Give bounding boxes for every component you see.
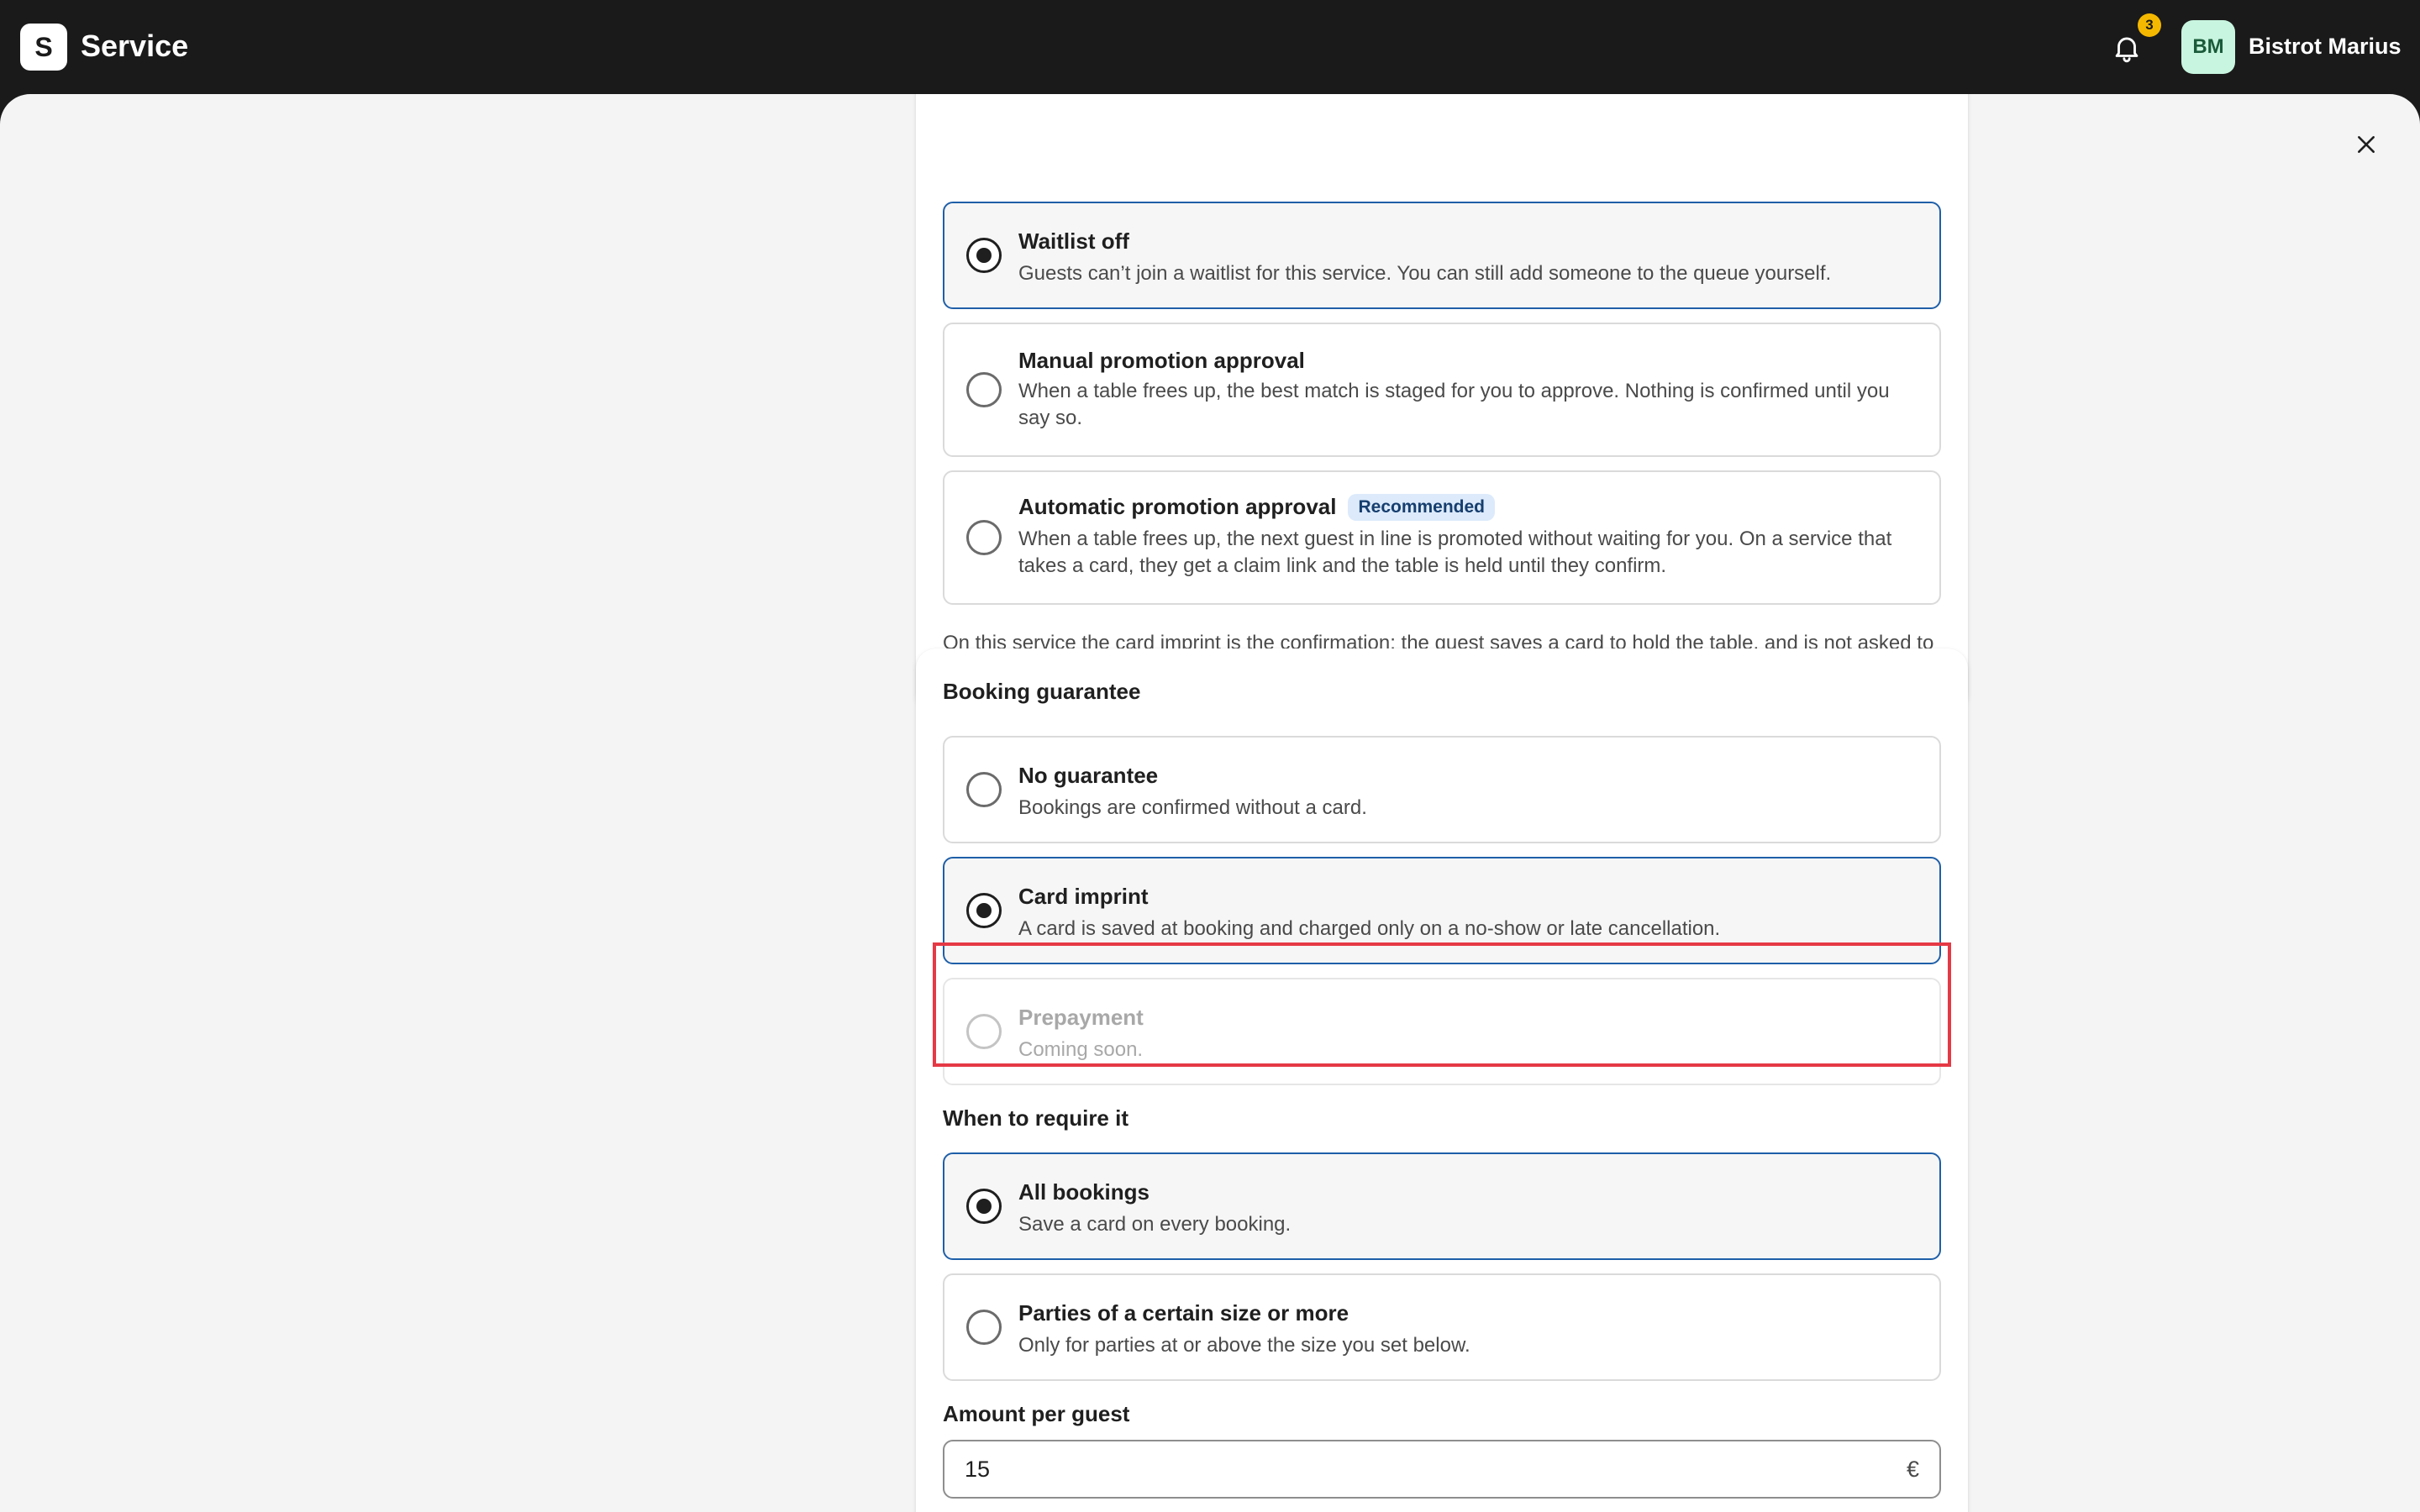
option-party-size[interactable]: Parties of a certain size or more Only f… [943,1273,1941,1381]
app-logo[interactable]: S [20,24,67,71]
radio-button[interactable] [966,1310,1002,1345]
option-all-bookings[interactable]: All bookings Save a card on every bookin… [943,1152,1941,1260]
option-title: Card imprint [1018,884,1149,909]
option-title-text: Automatic promotion approval [1018,494,1337,519]
amount-per-guest-input[interactable]: 15 € [943,1440,1941,1499]
radio-button[interactable] [966,238,1002,273]
option-title: Automatic promotion approval Recommended [1018,494,1496,521]
currency-suffix: € [1906,1457,1919,1482]
option-description: Bookings are confirmed without a card. [1018,796,1367,819]
option-description: A card is saved at booking and charged o… [1018,917,1721,940]
section-title-when-to-require: When to require it [943,1105,1128,1131]
radio-button[interactable] [966,1189,1002,1224]
option-description: When a table frees up, the next guest in… [1018,528,1892,577]
option-description: Guests can’t join a waitlist for this se… [1018,262,1832,285]
option-prepayment: Prepayment Coming soon. [943,978,1941,1085]
booking-guarantee-card: Booking guarantee No guarantee Bookings … [916,648,1968,1512]
close-icon[interactable] [2349,128,2383,161]
option-title: Manual promotion approval [1018,348,1305,373]
top-bar: S Service 3 BM Bistrot Marius [0,0,2420,94]
option-title: Prepayment [1018,1005,1144,1030]
option-waitlist-off[interactable]: Waitlist off Guests can’t join a waitlis… [943,202,1941,309]
settings-sheet: Waitlist off Guests can’t join a waitlis… [0,94,2420,1512]
radio-button[interactable] [966,372,1002,407]
amount-per-guest-label: Amount per guest [943,1401,1130,1426]
recommended-badge: Recommended [1348,494,1496,521]
radio-button[interactable] [966,772,1002,807]
option-title: No guarantee [1018,763,1159,788]
option-description: Save a card on every booking. [1018,1213,1292,1236]
radio-button[interactable] [966,520,1002,555]
app-title: Service [81,29,189,63]
account-name[interactable]: Bistrot Marius [2249,34,2402,60]
option-no-guarantee[interactable]: No guarantee Bookings are confirmed with… [943,736,1941,843]
amount-value[interactable]: 15 [965,1457,990,1483]
notification-count-badge: 3 [2138,13,2161,37]
option-description: When a table frees up, the best match is… [1018,380,1890,429]
section-title-booking-guarantee: Booking guarantee [943,679,1141,704]
option-title: Waitlist off [1018,228,1129,254]
account-avatar[interactable]: BM [2181,20,2235,74]
option-title: All bookings [1018,1179,1150,1205]
option-automatic-promotion[interactable]: Automatic promotion approval Recommended … [943,470,1941,605]
option-title: Parties of a certain size or more [1018,1300,1349,1326]
option-description: Coming soon. [1018,1038,1144,1061]
option-manual-promotion[interactable]: Manual promotion approval When a table f… [943,323,1941,457]
radio-button [966,1014,1002,1049]
notifications-bell-icon[interactable] [2111,32,2143,64]
radio-button[interactable] [966,893,1002,928]
option-card-imprint[interactable]: Card imprint A card is saved at booking … [943,857,1941,964]
option-description: Only for parties at or above the size yo… [1018,1334,1470,1357]
waitlist-card: Waitlist off Guests can’t join a waitlis… [916,94,1968,712]
